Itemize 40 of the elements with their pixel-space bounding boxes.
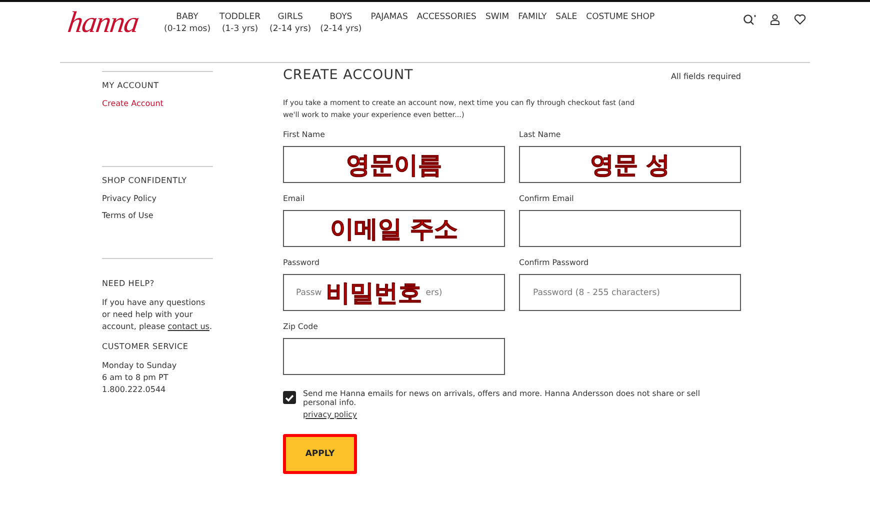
contact-link[interactable]: contact us <box>168 322 210 331</box>
input-field[interactable] <box>283 274 505 311</box>
sidebar-link[interactable]: Privacy Policy <box>102 194 213 203</box>
page-title: CREATE ACCOUNT <box>283 67 414 83</box>
account-icon[interactable] <box>770 14 780 25</box>
section-heading: NEED HELP? <box>102 279 156 288</box>
annotation-text: 영문이름 <box>346 150 442 178</box>
heart-icon[interactable] <box>794 14 806 25</box>
input-field[interactable] <box>283 146 505 183</box>
nav-link[interactable]: SWIM <box>485 11 510 35</box>
input-field[interactable] <box>519 210 741 247</box>
nav-link[interactable]: TODDLER (1-3 yrs) <box>220 11 261 35</box>
input-field[interactable] <box>283 210 505 247</box>
nav-link[interactable]: FAMILY <box>518 11 547 35</box>
annotation-text: 비밀번호 <box>326 278 422 306</box>
placeholder-text: Passw <box>296 288 322 298</box>
sidebar-link[interactable]: Create Account <box>102 99 213 108</box>
section-heading: CUSTOMER SERVICE <box>102 342 190 351</box>
annotation-text: 영문 성 <box>590 150 670 178</box>
required-note: All fields required <box>671 72 741 81</box>
input-field[interactable] <box>283 338 505 375</box>
nav-link[interactable]: COSTUME SHOP <box>586 11 655 35</box>
input-field[interactable] <box>519 146 741 183</box>
input-field[interactable]: Password (8 - 255 characters) <box>519 274 741 311</box>
nav-link[interactable]: GIRLS (2-14 yrs) <box>270 11 312 35</box>
sidebar-link[interactable]: Terms of Use <box>102 211 213 220</box>
nav-link[interactable]: PAJAMAS <box>370 11 408 35</box>
annotation-text: 이메일 주소 <box>330 214 458 242</box>
section-heading: SHOP CONFIDENTLY <box>102 176 188 185</box>
nav-link[interactable]: BOYS (2-14 yrs) <box>320 11 362 35</box>
placeholder-text: ers) <box>426 288 442 298</box>
nav-link[interactable]: BABY (0-12 mos) <box>164 11 211 35</box>
search-icon[interactable] <box>743 14 756 26</box>
service-hours: Monday to Sunday 6 am to 8 pm PT 1.800.222.0544 <box>102 360 178 396</box>
section-heading: MY ACCOUNT <box>102 81 160 90</box>
help-text: If you have any questions or need help with your account, please contact us. <box>102 297 213 333</box>
nav-link[interactable]: ACCESSORIES <box>416 11 476 35</box>
nav-link[interactable]: SALE <box>556 11 578 35</box>
checkbox[interactable] <box>283 391 296 404</box>
apply-button[interactable]: APPLY <box>283 434 357 474</box>
